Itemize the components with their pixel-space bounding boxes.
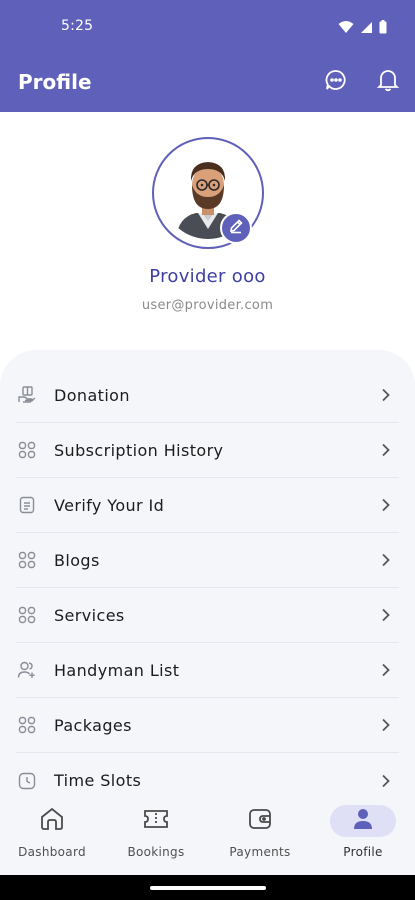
id-document-icon [16,494,38,516]
wallet-icon [247,807,273,835]
grid-icon [16,604,38,626]
menu-item-donation[interactable]: Donation [16,368,399,423]
chat-button[interactable] [323,69,349,95]
menu-item-verify-your-id[interactable]: Verify Your Id [16,478,399,533]
menu-item-blogs[interactable]: Blogs [16,533,399,588]
menu-label: Time Slots [54,771,142,790]
bell-icon [376,68,400,96]
chevron-right-icon [377,386,395,404]
person-icon [352,807,374,835]
nav-icon-container [123,805,189,837]
notification-button[interactable] [375,69,401,95]
nav-label: Profile [343,845,383,859]
donation-icon [16,384,38,406]
home-gesture-handle[interactable] [150,886,266,890]
grid-icon [16,714,38,736]
nav-profile[interactable]: Profile [311,800,415,875]
grid-icon [16,549,38,571]
chat-icon [324,68,348,96]
grid-icon [16,439,38,461]
nav-label: Dashboard [18,845,86,859]
menu-label: Verify Your Id [54,495,165,515]
nav-payments[interactable]: Payments [208,800,312,875]
menu-label: Donation [54,385,130,405]
menu-label: Subscription History [54,440,224,460]
menu-item-packages[interactable]: Packages [16,698,399,753]
profile-header: Provider ooo user@provider.com [0,112,415,352]
battery-icon [379,19,387,38]
users-icon [16,659,38,681]
page-title: Profile [18,70,92,94]
chevron-right-icon [377,496,395,514]
nav-bookings[interactable]: Bookings [104,800,208,875]
chevron-right-icon [377,441,395,459]
status-time: 5:25 [61,18,94,34]
app-bar: Profile [0,52,415,112]
menu-label: Packages [54,715,132,735]
menu-item-subscription-history[interactable]: Subscription History [16,423,399,478]
profile-email: user@provider.com [141,298,274,313]
nav-icon-container [227,805,293,837]
pencil-icon [228,218,244,238]
nav-icon-container [19,805,85,837]
nav-label: Bookings [127,845,185,859]
menu-item-time-slots[interactable]: Time Slots [16,753,399,800]
status-icons [338,19,387,38]
chevron-right-icon [377,551,395,569]
edit-profile-button[interactable] [220,212,252,244]
menu-label: Blogs [54,550,100,570]
chevron-right-icon [377,716,395,734]
menu-label: Handyman List [54,660,180,680]
profile-name: Provider ooo [149,266,266,287]
profile-menu: Donation Subscription History Verify You… [0,350,415,800]
app-bar-actions [323,69,401,95]
menu-item-handyman-list[interactable]: Handyman List [16,643,399,698]
signal-icon [360,19,373,38]
status-bar: 5:25 [0,0,415,52]
nav-dashboard[interactable]: Dashboard [0,800,104,875]
nav-icon-container [330,805,396,837]
chevron-right-icon [377,772,395,790]
chevron-right-icon [377,661,395,679]
clock-icon [16,770,38,792]
wifi-icon [338,19,354,38]
menu-item-services[interactable]: Services [16,588,399,643]
home-icon [39,806,65,836]
bottom-navigation: Dashboard Bookings Payments Profile [0,800,415,875]
nav-label: Payments [229,845,291,859]
menu-label: Services [54,605,125,625]
system-gesture-area [0,875,415,900]
chevron-right-icon [377,606,395,624]
ticket-icon [142,807,170,835]
